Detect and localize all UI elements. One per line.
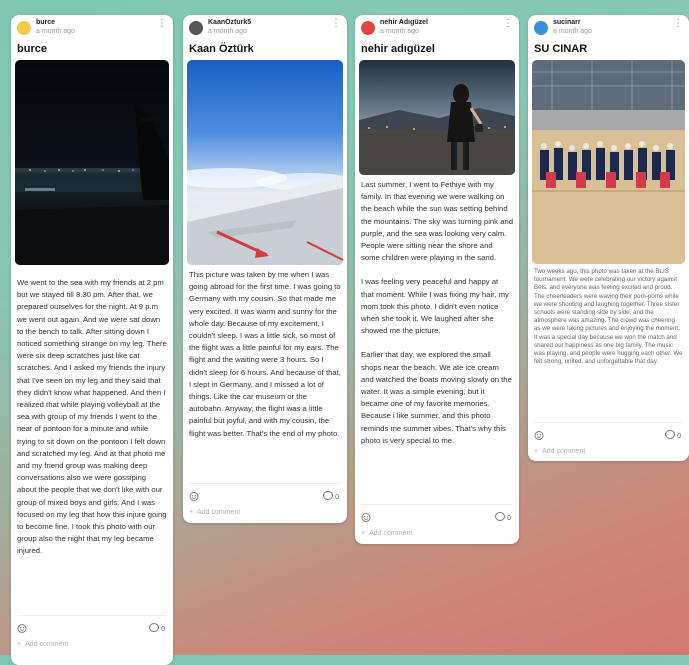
reaction-icon[interactable] bbox=[361, 512, 371, 522]
airplane-wing-photo bbox=[187, 60, 343, 265]
post-paragraph: We went to the sea with my friends at 2 … bbox=[17, 278, 167, 556]
plus-icon: + bbox=[17, 641, 22, 648]
kebab-icon[interactable]: ⋮ bbox=[503, 19, 513, 29]
comment-icon bbox=[665, 430, 676, 439]
add-comment-label: Add comment bbox=[197, 509, 241, 516]
post-image[interactable] bbox=[15, 60, 169, 265]
avatar[interactable] bbox=[17, 21, 31, 35]
comment-count[interactable]: 0 bbox=[495, 512, 511, 522]
author-name[interactable]: nehir Adıgüzel bbox=[380, 19, 428, 26]
add-comment-label: Add comment bbox=[25, 641, 69, 648]
post-image[interactable] bbox=[532, 60, 685, 264]
author-name[interactable]: burce bbox=[36, 19, 55, 26]
kebab-icon[interactable]: ⋮ bbox=[673, 19, 683, 29]
author-name[interactable]: KaanOzturk5 bbox=[208, 19, 251, 26]
comment-icon bbox=[149, 623, 160, 632]
post-image[interactable] bbox=[187, 60, 343, 265]
reaction-icon[interactable] bbox=[534, 430, 544, 440]
post-title: nehir adıgüzel bbox=[361, 43, 435, 55]
padlet-board: burce a month ago ⋮ burce We went to the… bbox=[0, 0, 689, 665]
post-footer: 0 + Add comment bbox=[183, 483, 347, 523]
post-body: This picture was taken by me when I was … bbox=[189, 269, 341, 452]
post-body: Last summer, I went to Fethiye with my f… bbox=[361, 179, 513, 459]
author-name[interactable]: sucinarr bbox=[553, 19, 581, 26]
gym-group-photo bbox=[532, 60, 685, 264]
post-time: a month ago bbox=[553, 28, 592, 35]
add-comment-label: Add comment bbox=[369, 530, 413, 537]
post-body: We went to the sea with my friends at 2 … bbox=[17, 277, 167, 570]
comment-count-value: 0 bbox=[335, 494, 339, 501]
plus-icon: + bbox=[189, 509, 194, 516]
divider bbox=[534, 422, 683, 423]
comment-icon bbox=[495, 512, 506, 521]
post-paragraph: This picture was taken by me when I was … bbox=[189, 270, 341, 438]
divider bbox=[189, 483, 341, 484]
avatar[interactable] bbox=[361, 21, 375, 35]
post-card[interactable]: KaanOzturk5 a month ago ⋮ Kaan Öztürk Th… bbox=[183, 15, 347, 523]
comment-count[interactable]: 0 bbox=[323, 491, 339, 501]
post-paragraph: Earlier that day, we explored the small … bbox=[361, 350, 512, 445]
post-card[interactable]: burce a month ago ⋮ burce We went to the… bbox=[11, 15, 173, 665]
post-paragraph: Two weeks ago, this photo was taken at t… bbox=[534, 268, 683, 366]
post-footer: 0 + Add comment bbox=[528, 422, 689, 461]
avatar[interactable] bbox=[189, 21, 203, 35]
kebab-icon[interactable]: ⋮ bbox=[331, 19, 341, 29]
comment-count-value: 0 bbox=[677, 433, 681, 440]
post-card[interactable]: sucinarr a month ago ⋮ SU CINAR Two week… bbox=[528, 15, 689, 461]
plus-icon: + bbox=[361, 530, 366, 537]
post-title: Kaan Öztürk bbox=[189, 43, 254, 55]
divider bbox=[17, 615, 167, 616]
comment-count-value: 0 bbox=[507, 515, 511, 522]
add-comment-button[interactable]: + Add comment bbox=[361, 530, 412, 537]
post-footer: 0 + Add comment bbox=[11, 615, 173, 655]
post-paragraph: Last summer, I went to Fethiye with my f… bbox=[361, 180, 513, 263]
add-comment-label: Add comment bbox=[542, 448, 586, 455]
comment-count[interactable]: 0 bbox=[665, 430, 681, 440]
beach-sunset-photo bbox=[359, 60, 515, 175]
comment-count[interactable]: 0 bbox=[149, 623, 165, 633]
post-paragraph: I was feeling very peaceful and happy at… bbox=[361, 277, 509, 336]
night-sea-photo bbox=[15, 60, 169, 265]
post-card[interactable]: nehir Adıgüzel a month ago ⋮ nehir adıgü… bbox=[355, 15, 519, 544]
post-footer: 0 + Add comment bbox=[355, 504, 519, 544]
post-time: a month ago bbox=[36, 28, 75, 35]
post-title: SU CINAR bbox=[534, 43, 588, 55]
post-title: burce bbox=[17, 43, 47, 55]
comment-count-value: 0 bbox=[161, 626, 165, 633]
add-comment-button[interactable]: + Add comment bbox=[17, 641, 68, 648]
avatar[interactable] bbox=[534, 21, 548, 35]
post-time: a month ago bbox=[380, 28, 419, 35]
add-comment-button[interactable]: + Add comment bbox=[189, 509, 240, 516]
kebab-icon[interactable]: ⋮ bbox=[157, 19, 167, 29]
reaction-icon[interactable] bbox=[17, 623, 27, 633]
divider bbox=[361, 504, 513, 505]
reaction-icon[interactable] bbox=[189, 491, 199, 501]
post-body: Two weeks ago, this photo was taken at t… bbox=[534, 268, 683, 378]
plus-icon: + bbox=[534, 448, 539, 455]
post-time: a month ago bbox=[208, 28, 247, 35]
comment-icon bbox=[323, 491, 334, 500]
post-image[interactable] bbox=[359, 60, 515, 175]
add-comment-button[interactable]: + Add comment bbox=[534, 448, 585, 455]
